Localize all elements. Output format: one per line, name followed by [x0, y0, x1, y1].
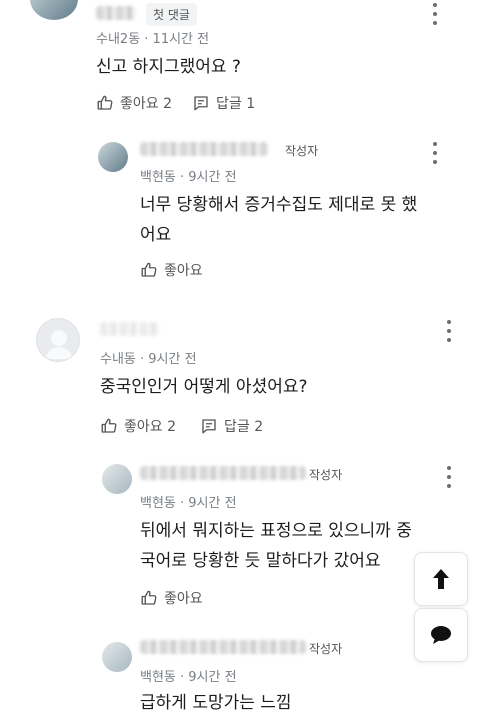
more-options-icon[interactable] [442, 466, 456, 488]
comment-meta: 백현동 · 9시간 전 [140, 170, 237, 185]
author-name[interactable] [140, 466, 306, 480]
comment-text: 너무 당황해서 증거수집도 제대로 못 했 어요 [140, 190, 460, 250]
thumbs-up-icon [97, 95, 113, 110]
comment-1: 첫 댓글 수내2동 · 11시간 전 신고 하지그랬어요 ? 좋아요 2 답글 … [0, 0, 480, 120]
like-label: 좋아요 [164, 591, 203, 607]
author-avatar[interactable] [98, 142, 128, 172]
reply-comment-1: 작성자 백현동 · 9시간 전 너무 당황해서 증거수집도 제대로 못 했 어요… [0, 130, 480, 290]
like-button[interactable]: 좋아요 [140, 588, 203, 608]
author-name[interactable] [140, 142, 268, 156]
first-comment-badge: 첫 댓글 [146, 3, 197, 26]
commenter-name[interactable] [96, 6, 136, 20]
comment-text-line: 너무 당황해서 증거수집도 제대로 못 했 [140, 195, 418, 215]
commenter-name[interactable] [100, 322, 160, 336]
comment-text: 뒤에서 뭐지하는 표정으로 있으니까 중 국어로 당황한 듯 말하다가 갔어요 [140, 516, 460, 576]
reply-icon [194, 96, 208, 111]
comment-text-line: 어요 [140, 225, 172, 245]
reply-label: 답글 1 [216, 96, 256, 112]
reply-button[interactable]: 답글 2 [200, 416, 263, 436]
like-label: 좋아요 2 [124, 419, 176, 435]
author-avatar[interactable] [102, 464, 132, 494]
thumbs-up-icon [141, 590, 157, 605]
like-button[interactable]: 좋아요 2 [100, 416, 176, 436]
author-badge: 작성자 [309, 642, 343, 656]
chat-bubble-icon [431, 626, 451, 644]
comment-text: 중국인인거 어떻게 아셨어요? [100, 377, 308, 397]
chat-button[interactable] [414, 608, 468, 662]
author-name[interactable] [140, 640, 306, 654]
comment-2: 수내동 · 9시간 전 중국인인거 어떻게 아셨어요? 좋아요 2 답글 2 [0, 312, 480, 442]
comment-meta: 백현동 · 9시간 전 [140, 670, 237, 685]
more-options-icon[interactable] [442, 320, 456, 342]
scroll-top-button[interactable] [414, 552, 468, 606]
comment-text-line: 국어로 당황한 듯 말하다가 갔어요 [140, 551, 381, 571]
like-label: 좋아요 2 [120, 96, 172, 112]
reply-button[interactable]: 답글 1 [192, 93, 255, 113]
comment-text: 신고 하지그랬어요 ? [96, 57, 241, 77]
reply-label: 답글 2 [224, 419, 264, 435]
thumbs-up-icon [141, 262, 157, 277]
like-button[interactable]: 좋아요 2 [96, 93, 172, 113]
default-avatar[interactable] [36, 318, 80, 362]
comment-meta: 수내동 · 9시간 전 [100, 352, 197, 367]
like-button[interactable]: 좋아요 [140, 260, 203, 280]
comment-text-line: 뒤에서 뭐지하는 표정으로 있으니까 중 [140, 521, 412, 541]
reply-icon [202, 419, 216, 434]
commenter-avatar[interactable] [30, 0, 78, 20]
author-badge: 작성자 [309, 468, 343, 482]
reply-comment-2: 작성자 백현동 · 9시간 전 뒤에서 뭐지하는 표정으로 있으니까 중 국어로… [0, 458, 480, 618]
author-avatar[interactable] [102, 642, 132, 672]
reply-comment-3: 작성자 백현동 · 9시간 전 급하게 도망가는 느낌 [0, 628, 480, 720]
author-badge: 작성자 [285, 144, 319, 158]
comment-text: 급하게 도망가는 느낌 [140, 693, 292, 713]
comment-meta: 수내2동 · 11시간 전 [96, 32, 210, 47]
thumbs-up-icon [101, 418, 117, 433]
user-silhouette-icon [45, 330, 73, 359]
more-options-icon[interactable] [428, 142, 442, 164]
like-label: 좋아요 [164, 263, 203, 279]
arrow-up-icon [433, 569, 449, 589]
more-options-icon[interactable] [428, 3, 442, 25]
comment-meta: 백현동 · 9시간 전 [140, 496, 237, 511]
